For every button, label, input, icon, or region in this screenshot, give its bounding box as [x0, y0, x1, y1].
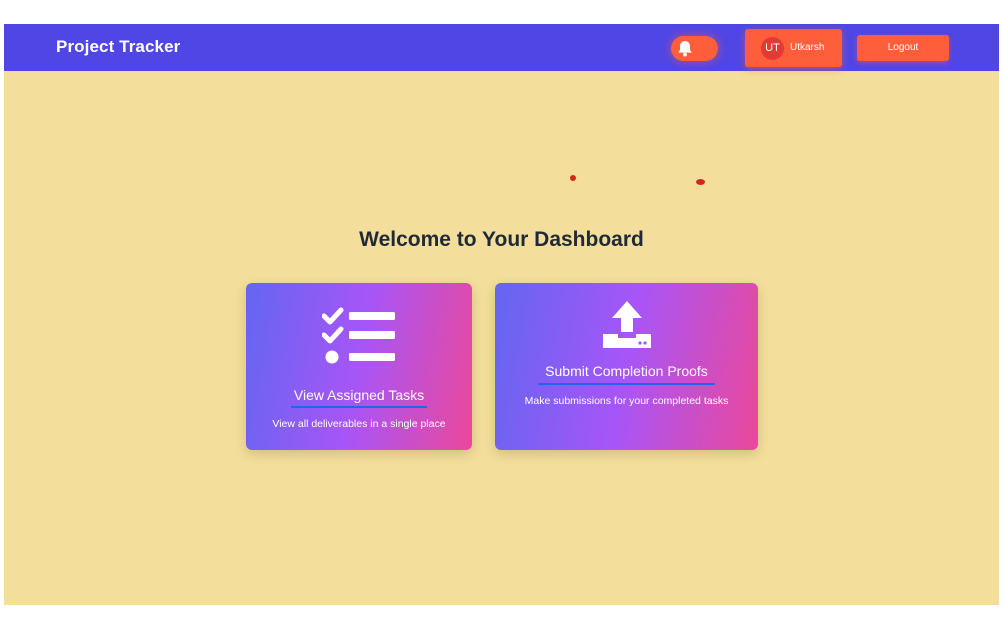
- user-name: Utkarsh: [790, 42, 825, 53]
- notification-button[interactable]: [671, 36, 718, 61]
- app-title[interactable]: Project Tracker: [56, 37, 180, 57]
- logout-button[interactable]: Logout: [857, 35, 949, 61]
- submit-completion-proofs-card[interactable]: Submit Completion Proofs Make submission…: [495, 283, 758, 450]
- user-profile-button[interactable]: UT Utkarsh: [745, 29, 842, 67]
- card-title: View Assigned Tasks: [293, 387, 425, 403]
- avatar: UT: [761, 37, 784, 60]
- app-container: Project Tracker UT Utkarsh Logout Welcom…: [4, 24, 999, 605]
- page-title: Welcome to Your Dashboard: [359, 228, 644, 251]
- bell-icon: [678, 41, 692, 57]
- decorative-dot: [696, 179, 705, 185]
- card-title-underline: [538, 383, 715, 385]
- task-list-icon: [321, 307, 396, 370]
- top-navbar: Project Tracker UT Utkarsh Logout: [4, 24, 999, 71]
- card-title: Submit Completion Proofs: [545, 363, 708, 379]
- decorative-dot: [570, 175, 576, 181]
- card-description: Make submissions for your completed task…: [524, 395, 729, 407]
- card-description: View all deliverables in a single place: [272, 418, 446, 430]
- view-assigned-tasks-card[interactable]: View Assigned Tasks View all deliverable…: [246, 283, 472, 450]
- card-title-underline: [291, 406, 427, 408]
- upload-icon: [602, 300, 652, 355]
